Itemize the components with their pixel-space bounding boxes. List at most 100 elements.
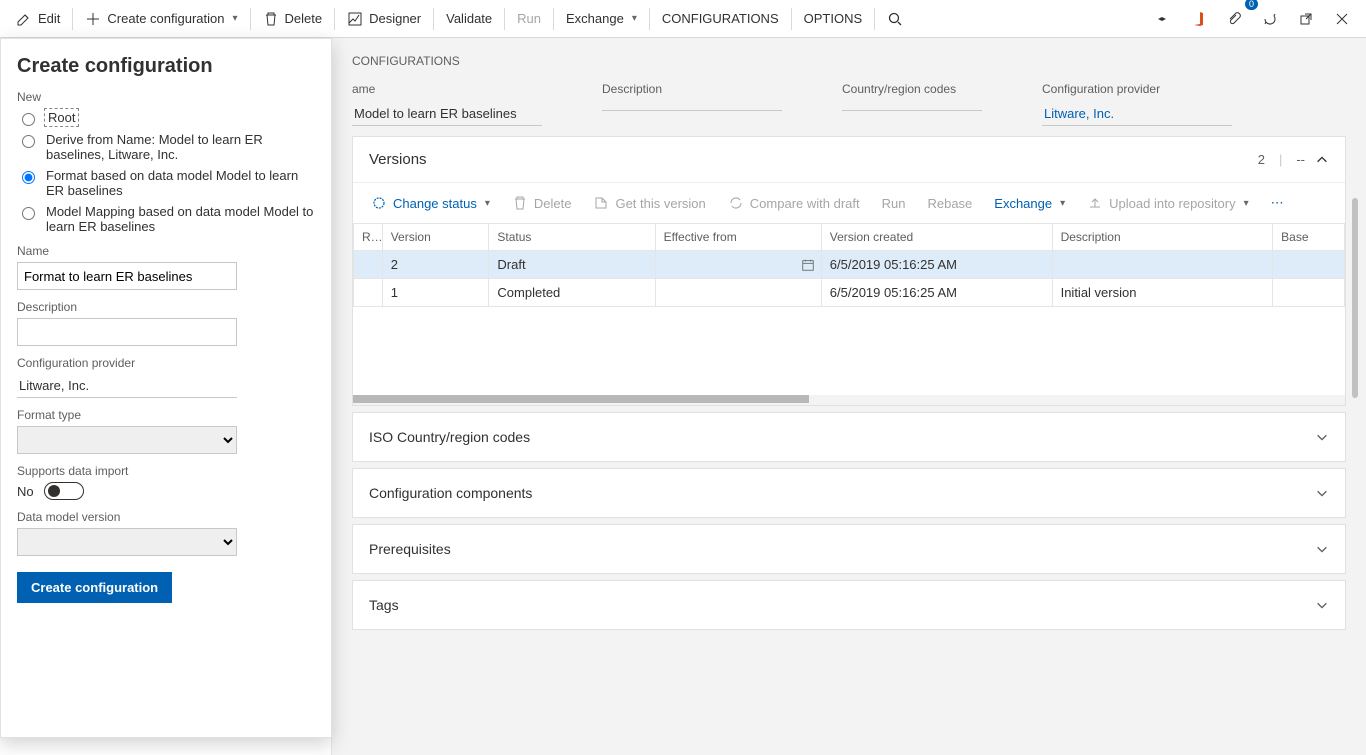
page-caption: CONFIGURATIONS	[352, 54, 1346, 68]
get-version-label: Get this version	[615, 196, 705, 211]
status-icon	[371, 195, 387, 211]
version-exchange-label: Exchange	[994, 196, 1052, 211]
calendar-icon[interactable]	[801, 258, 815, 272]
versions-grid[interactable]: R... Version Status Effective from Versi…	[353, 223, 1345, 393]
create-configuration-flyout: Create configuration New Root Derive fro…	[0, 38, 332, 738]
options-tab[interactable]: OPTIONS	[794, 0, 873, 38]
create-configuration-button[interactable]: Create configuration ▾	[75, 0, 247, 38]
cell-r[interactable]	[354, 251, 383, 279]
version-delete-button: Delete	[504, 187, 580, 219]
name-ro-label: ame	[352, 82, 542, 96]
cell-created[interactable]: 6/5/2019 05:16:25 AM	[821, 251, 1052, 279]
col-created[interactable]: Version created	[821, 224, 1052, 251]
supports-import-toggle[interactable]	[44, 482, 84, 500]
radio-mapping-input[interactable]	[22, 207, 35, 220]
versions-dashes: --	[1296, 152, 1305, 167]
col-base[interactable]: Base	[1273, 224, 1345, 251]
col-description[interactable]: Description	[1052, 224, 1273, 251]
description-input[interactable]	[17, 318, 237, 346]
chevron-up-icon[interactable]	[1315, 153, 1329, 167]
diamond-icon	[1154, 11, 1170, 27]
popout-icon	[1298, 11, 1314, 27]
data-model-version-select[interactable]	[17, 528, 237, 556]
radio-root[interactable]: Root	[17, 110, 315, 126]
change-status-label: Change status	[393, 196, 477, 211]
cell-status[interactable]: Completed	[489, 279, 655, 307]
accordion-prerequisites[interactable]: Prerequisites	[352, 524, 1346, 574]
cell-desc[interactable]: Initial version	[1052, 279, 1273, 307]
provider-ro-value[interactable]: Litware, Inc.	[1042, 102, 1232, 126]
flyout-title: Create configuration	[17, 55, 315, 78]
change-status-button[interactable]: Change status ▾	[363, 187, 498, 219]
get-version-button: Get this version	[585, 187, 713, 219]
col-version[interactable]: Version	[382, 224, 489, 251]
rebase-label: Rebase	[927, 196, 972, 211]
country-ro-value[interactable]	[842, 102, 982, 111]
col-r[interactable]: R...	[354, 224, 383, 251]
radio-derive-input[interactable]	[22, 135, 35, 148]
cell-base[interactable]	[1273, 251, 1345, 279]
vertical-scrollbar[interactable]	[1352, 198, 1358, 748]
horizontal-scrollbar[interactable]	[353, 395, 1345, 405]
radio-root-input[interactable]	[22, 113, 35, 126]
desc-ro-label: Description	[602, 82, 782, 96]
popout-button[interactable]	[1288, 0, 1324, 38]
run-button: Run	[507, 0, 551, 38]
desc-ro-value[interactable]	[602, 102, 782, 111]
accordion-config-components[interactable]: Configuration components	[352, 468, 1346, 518]
cell-desc[interactable]	[1052, 251, 1273, 279]
search-button[interactable]	[877, 0, 913, 38]
dev-tools-button[interactable]	[1144, 0, 1180, 38]
create-configuration-submit[interactable]: Create configuration	[17, 572, 172, 603]
cell-version[interactable]: 2	[382, 251, 489, 279]
upload-label: Upload into repository	[1109, 196, 1235, 211]
version-exchange-button[interactable]: Exchange ▾	[986, 187, 1073, 219]
separator	[72, 8, 73, 30]
exchange-button[interactable]: Exchange ▾	[556, 0, 647, 38]
delete-button[interactable]: Delete	[253, 0, 333, 38]
chevron-down-icon: ▾	[632, 13, 637, 24]
designer-button[interactable]: Designer	[337, 0, 431, 38]
compare-label: Compare with draft	[750, 196, 860, 211]
close-button[interactable]	[1324, 0, 1360, 38]
cell-version[interactable]: 1	[382, 279, 489, 307]
name-ro-value[interactable]: Model to learn ER baselines	[352, 102, 542, 126]
accordion-tags[interactable]: Tags	[352, 580, 1346, 630]
provider-ro-label: Configuration provider	[1042, 82, 1232, 96]
cell-effective[interactable]	[655, 251, 821, 279]
radio-format-input[interactable]	[22, 171, 35, 184]
attachments-button[interactable]	[1216, 0, 1252, 38]
table-row[interactable]: 1 Completed 6/5/2019 05:16:25 AM Initial…	[354, 279, 1345, 307]
radio-mapping[interactable]: Model Mapping based on data model Model …	[17, 204, 315, 234]
radio-format[interactable]: Format based on data model Model to lear…	[17, 168, 315, 198]
table-row[interactable]: 2 Draft 6/5/2019 05:16:25 AM	[354, 251, 1345, 279]
office-button[interactable]	[1180, 0, 1216, 38]
rebase-button: Rebase	[919, 187, 980, 219]
chevron-down-icon: ▾	[485, 198, 490, 209]
separator	[791, 8, 792, 30]
edit-button[interactable]: Edit	[6, 0, 70, 38]
cell-created[interactable]: 6/5/2019 05:16:25 AM	[821, 279, 1052, 307]
name-input[interactable]	[17, 262, 237, 290]
search-icon	[887, 11, 903, 27]
accordion-iso-country[interactable]: ISO Country/region codes	[352, 412, 1346, 462]
more-button[interactable]: ⋯	[1263, 187, 1292, 219]
cell-r[interactable]	[354, 279, 383, 307]
col-effective[interactable]: Effective from	[655, 224, 821, 251]
configurations-tab[interactable]: CONFIGURATIONS	[652, 0, 789, 38]
validate-label: Validate	[446, 11, 492, 26]
cell-base[interactable]	[1273, 279, 1345, 307]
cell-status[interactable]: Draft	[489, 251, 655, 279]
designer-icon	[347, 11, 363, 27]
validate-button[interactable]: Validate	[436, 0, 502, 38]
radio-derive[interactable]: Derive from Name: Model to learn ER base…	[17, 132, 315, 162]
col-status[interactable]: Status	[489, 224, 655, 251]
separator	[250, 8, 251, 30]
format-type-select[interactable]	[17, 426, 237, 454]
top-toolbar: Edit Create configuration ▾ Delete Desig…	[0, 0, 1366, 38]
data-model-version-label: Data model version	[17, 510, 315, 524]
refresh-icon	[1262, 11, 1278, 27]
chevron-down-icon: ▾	[1060, 198, 1065, 209]
cell-effective[interactable]	[655, 279, 821, 307]
designer-label: Designer	[369, 11, 421, 26]
